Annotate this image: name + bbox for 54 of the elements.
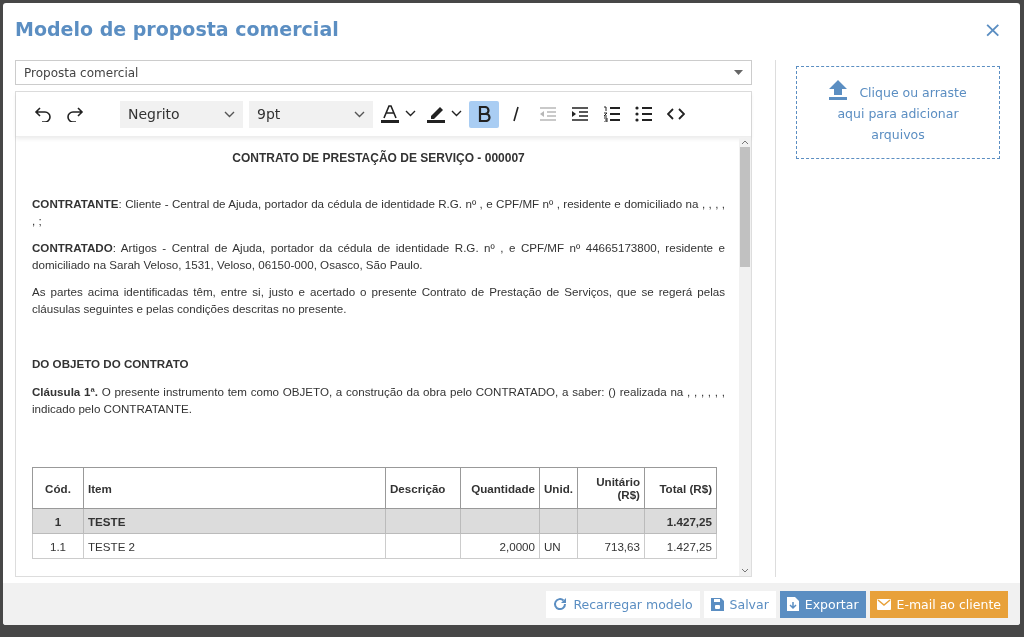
export-button[interactable]: Exportar xyxy=(779,590,866,618)
paragraph: CONTRATADO: Artigos - Central de Ajuda, portador da cédula de identidade R.G. nº , e CPF/MF nº 44665173800, residente e domiciliado na Sarah Veloso, 1531, Veloso, 06150-000, Osasco, São Paulo. xyxy=(32,240,725,273)
envelope-icon xyxy=(876,598,891,610)
document-title: CONTRATO DE PRESTAÇÃO DE SERVIÇO - 000007 xyxy=(231,151,526,165)
table-cell: TESTE 2 xyxy=(83,533,386,559)
column-header: Unitário (R$) xyxy=(577,467,645,509)
scrollbar-thumb[interactable] xyxy=(740,147,750,267)
column-header: Descrição xyxy=(385,467,461,509)
column-header: Cód. xyxy=(32,467,84,509)
table-cell: 713,63 xyxy=(577,533,645,559)
chevron-up-icon[interactable] xyxy=(741,139,749,145)
chevron-icon xyxy=(354,110,365,118)
email-button[interactable]: E-mail ao cliente xyxy=(869,590,1008,618)
redo-icon xyxy=(66,106,84,122)
table-cell: TESTE xyxy=(83,508,386,534)
chevron-icon xyxy=(224,110,235,118)
outdent-icon xyxy=(539,106,557,122)
table-cell: 1.427,25 xyxy=(644,533,717,559)
column-header: Quantidade xyxy=(460,467,540,509)
bold-icon xyxy=(477,106,491,122)
bullet-list-icon xyxy=(635,106,653,122)
file-download-icon xyxy=(786,597,799,611)
paragraph: CONTRATANTE: Cliente - Central de Ajuda, portador da cédula de identidade R.G. nº , e CPF/MF nº , residente e domiciliado na , , , , , ; xyxy=(32,196,725,229)
paragraph: As partes acima identificadas têm, entre si, justo e acertado o presente Contrato de Prestação de Serviços, que se regerá pelas cláusulas seguintes e pelas condições descritas no presente. xyxy=(32,284,725,317)
chevron-down-icon[interactable] xyxy=(741,568,749,574)
modal-title: Modelo de proposta comercial xyxy=(15,18,339,40)
save-button[interactable]: Salvar xyxy=(703,590,776,618)
scrollbar[interactable] xyxy=(739,137,751,576)
column-header: Item xyxy=(83,467,386,509)
numbered-list-icon xyxy=(603,106,621,122)
upload-icon xyxy=(829,80,848,100)
close-button[interactable]: × xyxy=(979,16,1006,42)
template-select[interactable]: Proposta comercial xyxy=(15,60,752,85)
font-select[interactable]: Negrito xyxy=(120,100,243,128)
caret-icon xyxy=(734,70,743,75)
indent-icon xyxy=(571,106,589,122)
bold-button[interactable] xyxy=(469,100,499,128)
size-select[interactable]: 9pt xyxy=(249,100,373,128)
table-cell: 1.1 xyxy=(32,533,84,559)
paragraph: Cláusula 1ª. O presente instrumento tem como OBJETO, a construção da obra pelo CONTRATADO, a saber: () realizada na , , , , , , indicado pelo CONTRATANTE. xyxy=(32,384,725,417)
file-drop-zone[interactable]: Clique ou arraste aqui para adicionar arquivos xyxy=(796,66,1000,159)
table-cell: 2,0000 xyxy=(460,533,540,559)
column-header: Unid. xyxy=(539,467,578,509)
undo-icon xyxy=(34,106,52,122)
text-color-icon xyxy=(380,105,418,123)
reload-button[interactable]: Recarregar modelo xyxy=(546,590,700,618)
italic-icon xyxy=(510,106,522,122)
column-header: Total (R$) xyxy=(644,467,717,509)
marker-icon xyxy=(426,105,464,123)
table-cell: UN xyxy=(539,533,578,559)
refresh-icon xyxy=(553,597,568,611)
table-cell: 1 xyxy=(32,508,84,534)
section-heading: DO OBJETO DO CONTRATO xyxy=(32,357,190,370)
code-icon xyxy=(667,107,685,121)
